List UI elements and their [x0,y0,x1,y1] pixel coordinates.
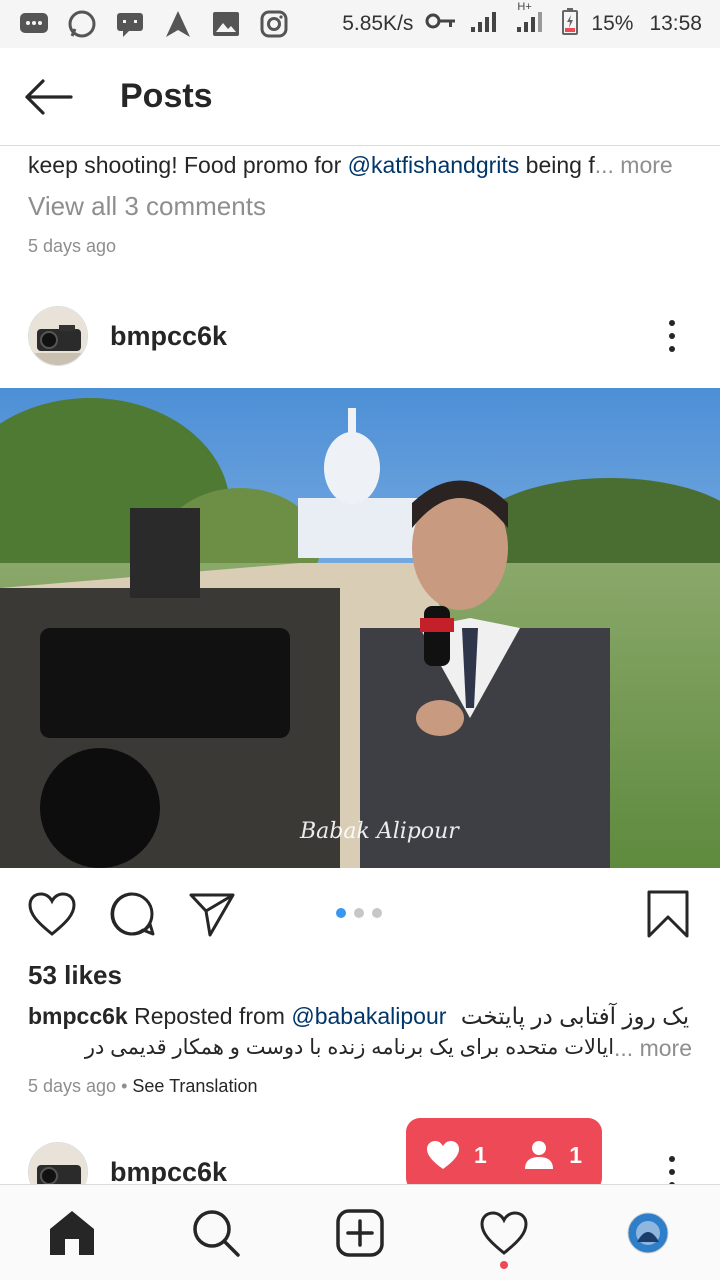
page-title: Posts [120,77,213,115]
follow-notification-count: 1 [569,1141,582,1168]
network-speed: 5.85K/s [342,12,414,35]
caption-username[interactable]: bmpcc6k [28,1003,128,1029]
carousel-dot [372,908,382,918]
activity-notification-bubble[interactable]: 1 1 [406,1118,602,1192]
carousel-indicator [336,908,382,918]
post-time: 5 days ago [28,236,117,256]
network-type: H+ [517,1,532,13]
follow-notification: 1 [523,1140,582,1170]
nav-home-button[interactable] [42,1203,102,1263]
back-button[interactable] [0,48,96,146]
carousel-dot [354,908,364,918]
like-notification-count: 1 [474,1141,487,1168]
profile-avatar [627,1212,669,1253]
nav-profile-button[interactable] [618,1203,678,1263]
previous-post-footer: keep shooting! Food promo for @katfishan… [28,148,698,257]
more-link[interactable]: ... more [595,152,673,178]
caption-repost-text: Reposted from [127,1003,292,1029]
battery-icon [561,7,579,41]
message-icon [18,8,50,40]
comment-button[interactable] [106,888,158,940]
post-photo[interactable]: Babak Alipour [0,388,720,868]
battery-level: 15% [591,12,634,35]
view-all-comments-link[interactable]: View all 3 comments [28,191,698,222]
like-button[interactable] [26,888,78,940]
navigation-icon [162,8,194,40]
new-post-icon [336,1208,384,1257]
comment-icon [110,892,155,936]
carousel-dot [336,908,346,918]
activity-icon [480,1210,528,1255]
post-meta: 5 days ago • See Translation [28,1076,257,1097]
signal-icon [469,9,503,39]
person-icon [525,1141,554,1169]
avatar[interactable] [28,306,88,366]
next-post-username[interactable]: bmpcc6k [110,1157,227,1188]
mention-link[interactable]: @katfishandgrits [348,152,520,178]
caption-text: keep shooting! Food promo for [28,152,348,178]
activity-dot [500,1260,508,1269]
post-header: bmpcc6k [0,300,720,372]
send-icon [189,893,235,937]
back-arrow-icon [25,78,73,115]
app-header: Posts [0,48,720,146]
image-icon [210,8,242,40]
see-translation-link[interactable]: See Translation [132,1076,257,1096]
nav-search-button[interactable] [186,1203,246,1263]
like-notification: 1 [426,1140,487,1170]
nav-new-post-button[interactable] [330,1203,390,1263]
heart-filled-icon [427,1141,459,1169]
nav-activity-button[interactable] [474,1203,534,1269]
post-caption: bmpcc6k Reposted from @babakalipour یک ر… [28,1000,692,1064]
caption-more-link[interactable]: ... more [614,1032,692,1064]
caption-rtl-line-1: یک روز آفتابی در پایتخت [460,1003,690,1029]
caption-rtl-line-2: ایالات متحده برای یک برنامه زنده با دوست… [84,1036,615,1059]
post-username[interactable]: bmpcc6k [110,321,227,352]
meta-separator: • [116,1076,133,1096]
post-time: 5 days ago [28,1076,117,1096]
more-options-button[interactable] [652,306,692,366]
vpn-key-icon [425,12,457,36]
share-button[interactable] [186,888,238,940]
previous-caption: keep shooting! Food promo for @katfishan… [28,148,698,182]
heart-icon [28,892,76,936]
home-icon [50,1210,94,1255]
status-bar: 5.85K/s H+ 15% 13:58 [0,0,720,48]
instagram-icon [258,8,290,40]
likes-count[interactable]: 53 likes [28,960,122,991]
photo-watermark: Babak Alipour [299,819,460,844]
post-actions [0,878,720,948]
clock: 13:58 [649,12,702,35]
signal-h-plus-icon: H+ [515,1,549,39]
chat-icon [114,8,146,40]
caption-mention-link[interactable]: @babakalipour [291,1003,446,1029]
bottom-navigation [0,1184,720,1280]
save-button[interactable] [642,888,694,940]
caption-text-end: being f [519,152,595,178]
whatsapp-icon [66,8,98,40]
bookmark-icon [647,890,689,938]
search-icon [193,1209,240,1257]
